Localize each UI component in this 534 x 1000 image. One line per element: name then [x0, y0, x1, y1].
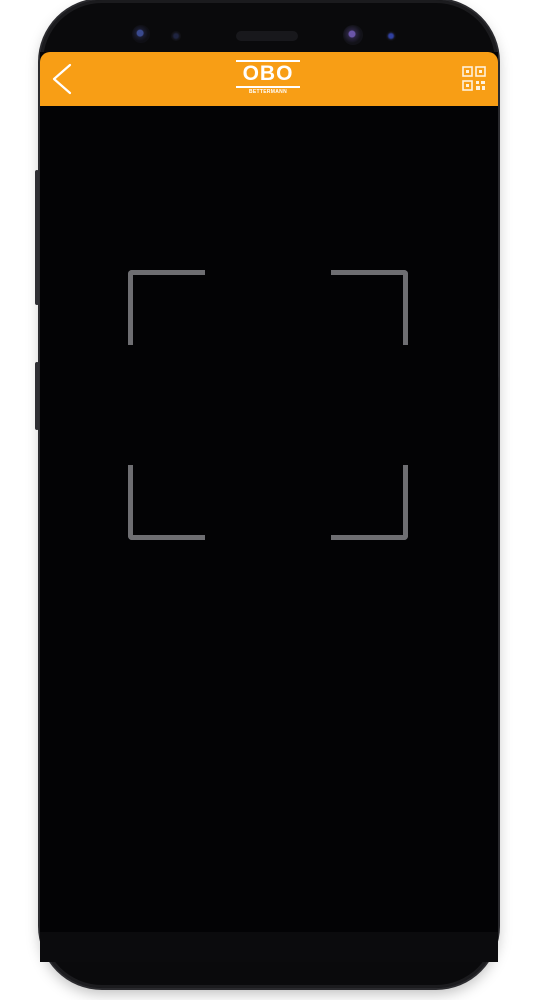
chevron-left-icon [52, 63, 72, 95]
qr-scan-button[interactable] [460, 62, 488, 96]
app-screen: OBO BETTERMANN [40, 52, 498, 932]
qr-code-icon [462, 66, 486, 91]
iris-camera-icon [343, 25, 363, 45]
navigation-bar-area [40, 932, 498, 962]
earpiece-speaker [236, 31, 298, 41]
scan-corner-top-right [331, 270, 408, 345]
app-header: OBO BETTERMANN [40, 52, 498, 106]
bixby-button [35, 362, 39, 430]
volume-button [35, 170, 39, 305]
light-sensor-icon [386, 31, 396, 41]
scan-frame [128, 270, 408, 540]
scan-corner-top-left [128, 270, 205, 345]
logo-sub-text: BETTERMANN [249, 89, 287, 95]
front-camera-icon [132, 25, 150, 43]
logo-main-text: OBO [236, 60, 300, 88]
back-button[interactable] [46, 62, 76, 96]
scan-corner-bottom-left [128, 465, 205, 540]
obo-logo: OBO BETTERMANN [236, 60, 300, 98]
proximity-sensor-icon [171, 31, 181, 41]
scan-corner-bottom-right [331, 465, 408, 540]
